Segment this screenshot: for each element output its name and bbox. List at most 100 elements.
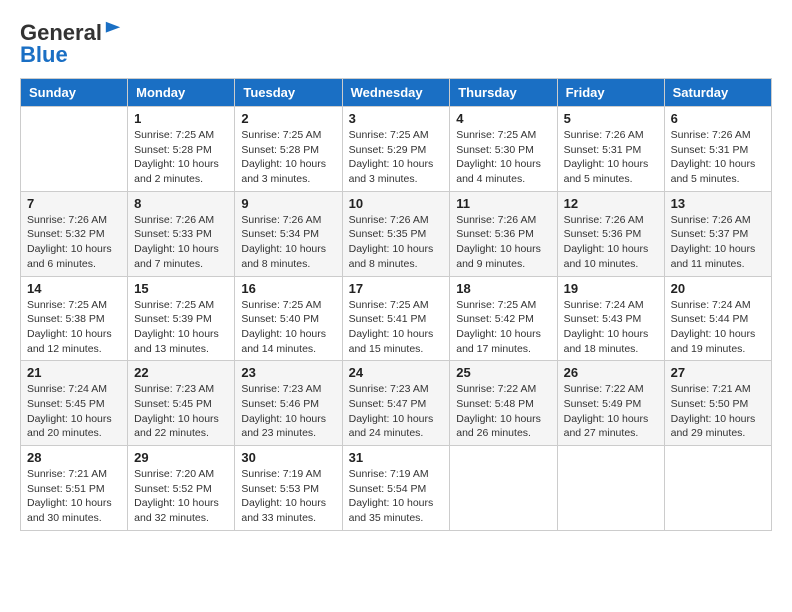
day-info: Sunrise: 7:23 AMSunset: 5:45 PMDaylight:… (134, 382, 228, 441)
day-number: 23 (241, 365, 335, 380)
weekday-header-friday: Friday (557, 79, 664, 107)
day-number: 15 (134, 281, 228, 296)
weekday-header-wednesday: Wednesday (342, 79, 450, 107)
day-info: Sunrise: 7:21 AMSunset: 5:50 PMDaylight:… (671, 382, 765, 441)
day-number: 20 (671, 281, 765, 296)
day-number: 25 (456, 365, 550, 380)
weekday-header-saturday: Saturday (664, 79, 771, 107)
weekday-header-thursday: Thursday (450, 79, 557, 107)
day-info: Sunrise: 7:26 AMSunset: 5:33 PMDaylight:… (134, 213, 228, 272)
day-info: Sunrise: 7:22 AMSunset: 5:48 PMDaylight:… (456, 382, 550, 441)
day-number: 7 (27, 196, 121, 211)
day-number: 17 (349, 281, 444, 296)
weekday-header-tuesday: Tuesday (235, 79, 342, 107)
calendar-cell: 21Sunrise: 7:24 AMSunset: 5:45 PMDayligh… (21, 361, 128, 446)
day-number: 16 (241, 281, 335, 296)
day-number: 12 (564, 196, 658, 211)
calendar-cell: 27 Sunrise: 7:21 AMSunset: 5:50 PMDayligh… (664, 361, 771, 446)
calendar-cell: 17 Sunrise: 7:25 AMSunset: 5:41 PMDayligh… (342, 276, 450, 361)
calendar-cell: 10 Sunrise: 7:26 AMSunset: 5:35 PMDayligh… (342, 191, 450, 276)
calendar-cell: 4 Sunrise: 7:25 AMSunset: 5:30 PMDaylight… (450, 107, 557, 192)
day-number: 8 (134, 196, 228, 211)
calendar-cell: 2 Sunrise: 7:25 AMSunset: 5:28 PMDaylight… (235, 107, 342, 192)
day-info: Sunrise: 7:26 AMSunset: 5:31 PMDaylight:… (564, 128, 658, 187)
day-number: 22 (134, 365, 228, 380)
logo-flag-icon (104, 20, 122, 38)
day-info: Sunrise: 7:25 AMSunset: 5:29 PMDaylight:… (349, 128, 444, 187)
weekday-header-sunday: Sunday (21, 79, 128, 107)
day-info: Sunrise: 7:19 AMSunset: 5:54 PMDaylight:… (349, 467, 444, 526)
calendar-cell: 12 Sunrise: 7:26 AMSunset: 5:36 PMDayligh… (557, 191, 664, 276)
day-number: 5 (564, 111, 658, 126)
calendar-cell: 1 Sunrise: 7:25 AMSunset: 5:28 PMDaylight… (128, 107, 235, 192)
calendar-cell: 5 Sunrise: 7:26 AMSunset: 5:31 PMDaylight… (557, 107, 664, 192)
day-number: 3 (349, 111, 444, 126)
calendar-table: SundayMondayTuesdayWednesdayThursdayFrid… (20, 78, 772, 531)
day-number: 9 (241, 196, 335, 211)
calendar-cell: 29 Sunrise: 7:20 AMSunset: 5:52 PMDayligh… (128, 446, 235, 531)
logo: General Blue (20, 20, 122, 68)
calendar-cell: 13 Sunrise: 7:26 AMSunset: 5:37 PMDayligh… (664, 191, 771, 276)
day-info: Sunrise: 7:24 AMSunset: 5:44 PMDaylight:… (671, 298, 765, 357)
day-info: Sunrise: 7:22 AMSunset: 5:49 PMDaylight:… (564, 382, 658, 441)
day-number: 27 (671, 365, 765, 380)
calendar-cell: 19 Sunrise: 7:24 AMSunset: 5:43 PMDayligh… (557, 276, 664, 361)
day-number: 2 (241, 111, 335, 126)
day-info: Sunrise: 7:21 AMSunset: 5:51 PMDaylight:… (27, 467, 121, 526)
day-number: 31 (349, 450, 444, 465)
day-number: 10 (349, 196, 444, 211)
calendar-cell: 9 Sunrise: 7:26 AMSunset: 5:34 PMDaylight… (235, 191, 342, 276)
calendar-cell: 8 Sunrise: 7:26 AMSunset: 5:33 PMDaylight… (128, 191, 235, 276)
calendar-cell: 6 Sunrise: 7:26 AMSunset: 5:31 PMDaylight… (664, 107, 771, 192)
day-info: Sunrise: 7:25 AMSunset: 5:28 PMDaylight:… (134, 128, 228, 187)
day-info: Sunrise: 7:26 AMSunset: 5:37 PMDaylight:… (671, 213, 765, 272)
day-info: Sunrise: 7:20 AMSunset: 5:52 PMDaylight:… (134, 467, 228, 526)
day-number: 11 (456, 196, 550, 211)
calendar-cell: 24Sunrise: 7:23 AMSunset: 5:47 PMDayligh… (342, 361, 450, 446)
day-info: Sunrise: 7:25 AMSunset: 5:41 PMDaylight:… (349, 298, 444, 357)
day-info: Sunrise: 7:26 AMSunset: 5:31 PMDaylight:… (671, 128, 765, 187)
weekday-header-monday: Monday (128, 79, 235, 107)
day-number: 29 (134, 450, 228, 465)
day-info: Sunrise: 7:25 AMSunset: 5:38 PMDaylight:… (27, 298, 121, 357)
day-number: 24 (349, 365, 444, 380)
calendar-cell (557, 446, 664, 531)
calendar-cell: 16 Sunrise: 7:25 AMSunset: 5:40 PMDayligh… (235, 276, 342, 361)
day-number: 21 (27, 365, 121, 380)
day-info: Sunrise: 7:25 AMSunset: 5:30 PMDaylight:… (456, 128, 550, 187)
day-number: 6 (671, 111, 765, 126)
header: General Blue (20, 20, 772, 68)
calendar-cell: 31 Sunrise: 7:19 AMSunset: 5:54 PMDayligh… (342, 446, 450, 531)
calendar-cell (664, 446, 771, 531)
calendar-cell: 20 Sunrise: 7:24 AMSunset: 5:44 PMDayligh… (664, 276, 771, 361)
calendar-week-row: 21Sunrise: 7:24 AMSunset: 5:45 PMDayligh… (21, 361, 772, 446)
day-number: 14 (27, 281, 121, 296)
calendar-cell: 23 Sunrise: 7:23 AMSunset: 5:46 PMDayligh… (235, 361, 342, 446)
calendar-cell: 11Sunrise: 7:26 AMSunset: 5:36 PMDayligh… (450, 191, 557, 276)
day-number: 4 (456, 111, 550, 126)
day-info: Sunrise: 7:26 AMSunset: 5:35 PMDaylight:… (349, 213, 444, 272)
day-info: Sunrise: 7:25 AMSunset: 5:40 PMDaylight:… (241, 298, 335, 357)
calendar-week-row: 14 Sunrise: 7:25 AMSunset: 5:38 PMDayligh… (21, 276, 772, 361)
calendar-cell: 28Sunrise: 7:21 AMSunset: 5:51 PMDayligh… (21, 446, 128, 531)
calendar-cell: 7 Sunrise: 7:26 AMSunset: 5:32 PMDaylight… (21, 191, 128, 276)
calendar-cell: 26 Sunrise: 7:22 AMSunset: 5:49 PMDayligh… (557, 361, 664, 446)
weekday-header-row: SundayMondayTuesdayWednesdayThursdayFrid… (21, 79, 772, 107)
day-info: Sunrise: 7:25 AMSunset: 5:28 PMDaylight:… (241, 128, 335, 187)
calendar-cell: 25 Sunrise: 7:22 AMSunset: 5:48 PMDayligh… (450, 361, 557, 446)
day-info: Sunrise: 7:26 AMSunset: 5:34 PMDaylight:… (241, 213, 335, 272)
day-info: Sunrise: 7:23 AMSunset: 5:46 PMDaylight:… (241, 382, 335, 441)
day-number: 13 (671, 196, 765, 211)
day-info: Sunrise: 7:26 AMSunset: 5:36 PMDaylight:… (564, 213, 658, 272)
day-info: Sunrise: 7:25 AMSunset: 5:39 PMDaylight:… (134, 298, 228, 357)
calendar-week-row: 7 Sunrise: 7:26 AMSunset: 5:32 PMDaylight… (21, 191, 772, 276)
day-number: 1 (134, 111, 228, 126)
calendar-cell: 30Sunrise: 7:19 AMSunset: 5:53 PMDayligh… (235, 446, 342, 531)
day-info: Sunrise: 7:24 AMSunset: 5:43 PMDaylight:… (564, 298, 658, 357)
calendar-cell: 18Sunrise: 7:25 AMSunset: 5:42 PMDayligh… (450, 276, 557, 361)
day-number: 19 (564, 281, 658, 296)
day-info: Sunrise: 7:26 AMSunset: 5:32 PMDaylight:… (27, 213, 121, 272)
day-number: 26 (564, 365, 658, 380)
calendar-week-row: 1 Sunrise: 7:25 AMSunset: 5:28 PMDaylight… (21, 107, 772, 192)
calendar-cell: 22 Sunrise: 7:23 AMSunset: 5:45 PMDayligh… (128, 361, 235, 446)
